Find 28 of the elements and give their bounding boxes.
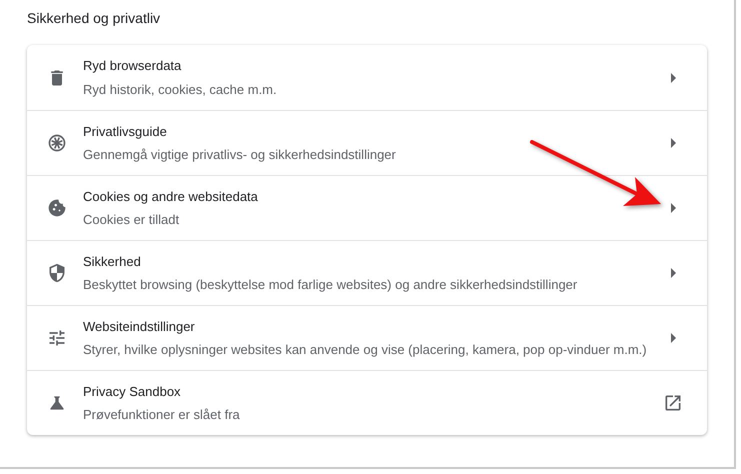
row-subtitle: Ryd historik, cookies, cache m.m. (83, 80, 278, 99)
compass-icon (47, 133, 67, 153)
row-subtitle: Cookies er tilladt (83, 211, 180, 229)
row-subtitle: Gennemgå vigtige privatlivs- og sikkerhedsindstillinger (83, 146, 397, 164)
caret-icon (671, 72, 676, 82)
settings-row[interactable]: Privatlivsguide Gennemgå vigtige privatlivs- og sikkerhedsindstillinger (27, 110, 707, 175)
row-title: Cookies og andre websitedata (83, 188, 259, 206)
row-subtitle: Styrer, hvilke oplysninger websites kan anvende og vise (placering, kamera, pop op-vinduer m.m.) (83, 341, 648, 359)
row-title: Websiteindstillinger (83, 318, 196, 336)
cookie-icon (47, 198, 67, 218)
row-title: Ryd browserdata (83, 57, 182, 75)
row-title: Sikkerhed (83, 252, 142, 270)
settings-row[interactable]: Sikkerhed Beskyttet browsing (beskyttelse mod farlige websites) og andre sikkerhedsindstillinger (27, 240, 707, 305)
caret-icon (671, 268, 676, 278)
sliders-icon (47, 328, 67, 348)
section-title: Sikkerhed og privatliv (27, 9, 160, 28)
shield-icon (47, 263, 67, 283)
caret-icon (671, 333, 676, 343)
row-subtitle: Beskyttet browsing (beskyttelse mod farlige websites) og andre sikkerhedsindstillinger (83, 276, 578, 294)
caret-icon (671, 138, 676, 148)
caret-icon (671, 203, 676, 213)
settings-row[interactable]: Privacy Sandbox Prøvefunktioner er slået fra (27, 370, 707, 435)
external-link-icon (663, 393, 683, 413)
settings-row[interactable]: Websiteindstillinger Styrer, hvilke oplysninger websites kan anvende og vise (placering, kamera, pop op-vinduer m.m.) (27, 305, 707, 370)
row-title: Privatlivsguide (83, 122, 168, 141)
row-title: Privacy Sandbox (83, 382, 182, 401)
row-subtitle: Prøvefunktioner er slået fra (83, 406, 241, 424)
settings-row[interactable]: Ryd browserdata Ryd historik, cookies, cache m.m. (27, 45, 707, 110)
